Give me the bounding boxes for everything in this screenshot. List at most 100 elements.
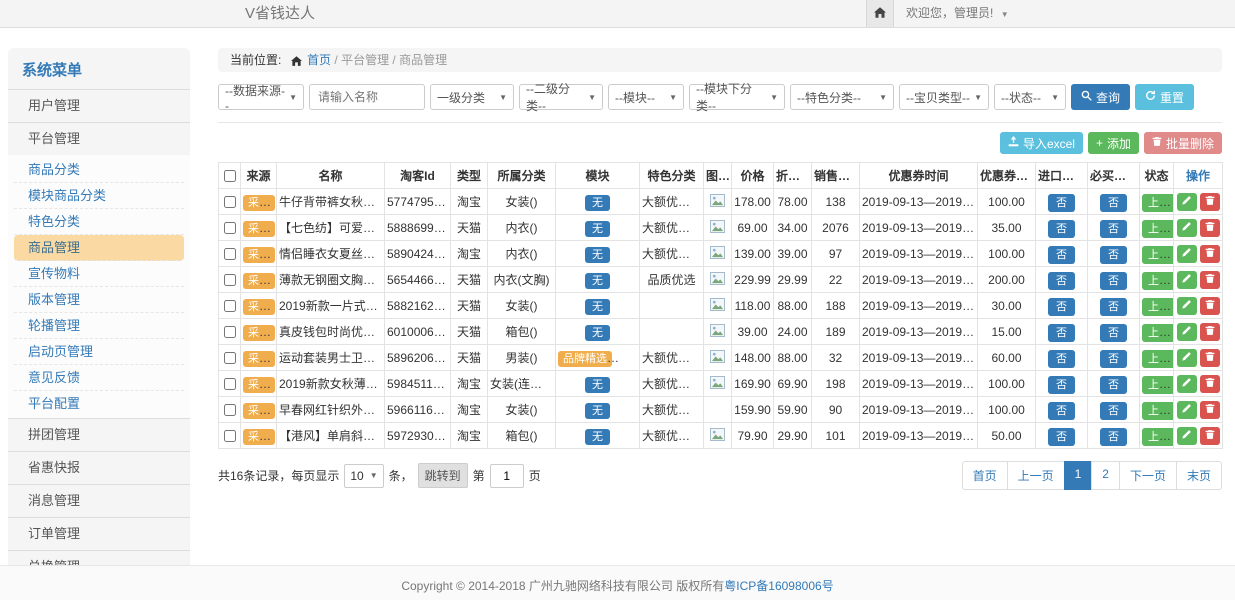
module-badge[interactable]: 无 — [585, 273, 610, 289]
must-buy-toggle[interactable]: 否 — [1100, 194, 1127, 212]
module-badge[interactable]: 无 — [585, 377, 610, 393]
edit-button[interactable] — [1177, 401, 1197, 419]
delete-button[interactable] — [1200, 375, 1220, 393]
delete-button[interactable] — [1200, 271, 1220, 289]
imported-toggle[interactable]: 否 — [1048, 428, 1075, 446]
module-badge[interactable]: 无 — [585, 299, 610, 315]
must-buy-toggle[interactable]: 否 — [1100, 402, 1127, 420]
filter-select-dropdown[interactable]: --二级分类--▼ — [519, 84, 603, 110]
search-button[interactable]: 查询 — [1071, 84, 1130, 110]
sidebar-subitem-模块商品分类[interactable]: 模块商品分类 — [14, 183, 184, 209]
must-buy-toggle[interactable]: 否 — [1100, 272, 1127, 290]
status-badge[interactable]: 上架 — [1142, 246, 1174, 264]
sidebar-subitem-轮播管理[interactable]: 轮播管理 — [14, 313, 184, 339]
add-button[interactable]: + 添加 — [1088, 132, 1139, 154]
sidebar-subitem-商品管理[interactable]: 商品管理 — [14, 235, 184, 261]
imported-toggle[interactable]: 否 — [1048, 350, 1075, 368]
pager-button-1[interactable]: 1 — [1064, 461, 1093, 490]
edit-button[interactable] — [1177, 219, 1197, 237]
jump-page-input[interactable] — [490, 464, 524, 488]
edit-button[interactable] — [1177, 427, 1197, 445]
row-checkbox[interactable] — [224, 352, 236, 364]
edit-button[interactable] — [1177, 271, 1197, 289]
sidebar-subitem-版本管理[interactable]: 版本管理 — [14, 287, 184, 313]
home-button[interactable] — [866, 0, 894, 27]
delete-button[interactable] — [1200, 219, 1220, 237]
page-size-select[interactable]: 10 ▼ — [344, 464, 383, 488]
status-badge[interactable]: 上架 — [1142, 350, 1174, 368]
row-checkbox[interactable] — [224, 404, 236, 416]
sidebar-item-订单管理[interactable]: 订单管理 — [8, 517, 190, 550]
row-checkbox[interactable] — [224, 196, 236, 208]
reset-button[interactable]: 重置 — [1135, 84, 1194, 110]
pager-button-下一页[interactable]: 下一页 — [1119, 461, 1177, 490]
filter-select-dropdown[interactable]: 一级分类▼ — [430, 84, 514, 110]
row-checkbox[interactable] — [224, 430, 236, 442]
pager-button-末页[interactable]: 末页 — [1176, 461, 1222, 490]
sidebar-subitem-意见反馈[interactable]: 意见反馈 — [14, 365, 184, 391]
imported-toggle[interactable]: 否 — [1048, 376, 1075, 394]
row-checkbox[interactable] — [224, 326, 236, 338]
sidebar-item-消息管理[interactable]: 消息管理 — [8, 484, 190, 517]
edit-button[interactable] — [1177, 323, 1197, 341]
delete-button[interactable] — [1200, 349, 1220, 367]
status-badge[interactable]: 上架 — [1142, 298, 1174, 316]
edit-button[interactable] — [1177, 245, 1197, 263]
jump-button[interactable]: 跳转到 — [418, 463, 468, 488]
sidebar-subitem-平台配置[interactable]: 平台配置 — [14, 391, 184, 416]
filter-select-dropdown[interactable]: --模块下分类--▼ — [689, 84, 785, 110]
row-checkbox[interactable] — [224, 274, 236, 286]
must-buy-toggle[interactable]: 否 — [1100, 220, 1127, 238]
delete-button[interactable] — [1200, 323, 1220, 341]
imported-toggle[interactable]: 否 — [1048, 194, 1075, 212]
sidebar-item-平台管理[interactable]: 平台管理 — [8, 122, 190, 155]
sidebar-subitem-启动页管理[interactable]: 启动页管理 — [14, 339, 184, 365]
delete-button[interactable] — [1200, 245, 1220, 263]
row-checkbox[interactable] — [224, 378, 236, 390]
sidebar-subitem-商品分类[interactable]: 商品分类 — [14, 157, 184, 183]
user-menu[interactable]: 欢迎您，管理员! ▼ — [906, 0, 1009, 28]
must-buy-toggle[interactable]: 否 — [1100, 428, 1127, 446]
delete-button[interactable] — [1200, 297, 1220, 315]
module-badge[interactable]: 无 — [585, 247, 610, 263]
pager-button-上一页[interactable]: 上一页 — [1007, 461, 1065, 490]
status-badge[interactable]: 上架 — [1142, 324, 1174, 342]
module-badge[interactable]: 无 — [585, 221, 610, 237]
filter-select-dropdown[interactable]: --模块--▼ — [608, 84, 684, 110]
status-badge[interactable]: 上架 — [1142, 220, 1174, 238]
imported-toggle[interactable]: 否 — [1048, 324, 1075, 342]
status-badge[interactable]: 上架 — [1142, 402, 1174, 420]
imported-toggle[interactable]: 否 — [1048, 402, 1075, 420]
status-badge[interactable]: 上架 — [1142, 194, 1174, 212]
row-checkbox[interactable] — [224, 300, 236, 312]
status-badge[interactable]: 上架 — [1142, 428, 1174, 446]
select-all-checkbox[interactable] — [224, 170, 236, 182]
edit-button[interactable] — [1177, 193, 1197, 211]
name-search-input[interactable] — [309, 84, 425, 110]
sidebar-subitem-特色分类[interactable]: 特色分类 — [14, 209, 184, 235]
module-badge[interactable]: 无 — [585, 403, 610, 419]
filter-select-dropdown[interactable]: --宝贝类型--▼ — [899, 84, 989, 110]
edit-button[interactable] — [1177, 297, 1197, 315]
sidebar-subitem-宣传物料[interactable]: 宣传物料 — [14, 261, 184, 287]
imported-toggle[interactable]: 否 — [1048, 298, 1075, 316]
delete-button[interactable] — [1200, 401, 1220, 419]
filter-select-dropdown[interactable]: --状态--▼ — [994, 84, 1066, 110]
edit-button[interactable] — [1177, 349, 1197, 367]
icp-link[interactable]: 粤ICP备16098006号 — [724, 579, 833, 593]
delete-button[interactable] — [1200, 193, 1220, 211]
module-badge[interactable]: 无 — [585, 325, 610, 341]
breadcrumb-home-link[interactable]: 首页 — [307, 53, 331, 67]
imported-toggle[interactable]: 否 — [1048, 272, 1075, 290]
module-badge[interactable]: 无 — [585, 195, 610, 211]
pager-button-首页[interactable]: 首页 — [962, 461, 1008, 490]
sidebar-item-拼团管理[interactable]: 拼团管理 — [8, 418, 190, 451]
edit-button[interactable] — [1177, 375, 1197, 393]
module-badge[interactable]: 无 — [585, 429, 610, 445]
must-buy-toggle[interactable]: 否 — [1100, 246, 1127, 264]
delete-button[interactable] — [1200, 427, 1220, 445]
must-buy-toggle[interactable]: 否 — [1100, 350, 1127, 368]
imported-toggle[interactable]: 否 — [1048, 220, 1075, 238]
must-buy-toggle[interactable]: 否 — [1100, 298, 1127, 316]
sidebar-item-用户管理[interactable]: 用户管理 — [8, 89, 190, 122]
